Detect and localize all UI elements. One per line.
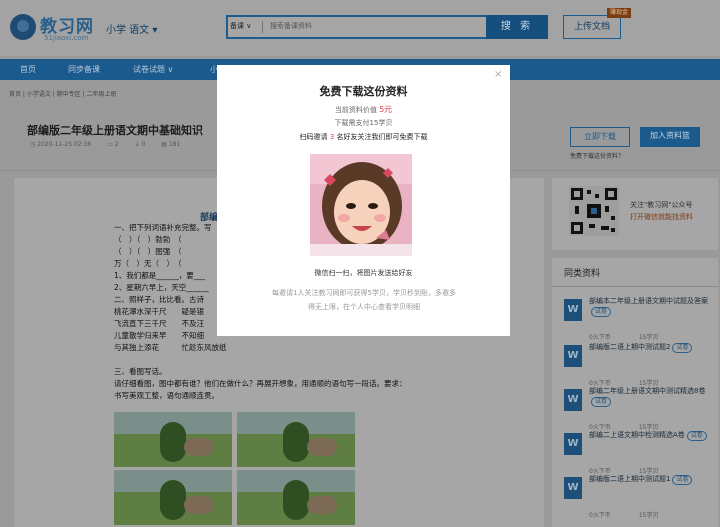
doc-line: 书写美观工整，语句通顺连贯。 [114, 391, 219, 400]
doc-line: 三、看图写话。 [114, 367, 167, 376]
comment-count: 2 [114, 141, 119, 148]
grade-subject-selector[interactable]: 小学 语文 ▾ [106, 21, 157, 36]
qr-follow-text: 关注"教习网"公众号 [630, 201, 693, 209]
modal-cost-text: 下载需支付15学贝 [334, 119, 393, 127]
related-item[interactable]: W 部编二年级上册语文期中测试精选8卷试卷 0火下币 15学贝 [564, 386, 714, 432]
test-tag: 试卷 [672, 475, 693, 485]
related-item-title[interactable]: 部编本二年级上册语文期中试题及答案 [589, 297, 708, 305]
qr-code-icon [569, 186, 619, 236]
logo-icon[interactable] [10, 14, 36, 40]
test-tag: 试卷 [672, 343, 693, 353]
related-title: 同类资料 [564, 269, 601, 279]
add-to-basket-button[interactable]: 加入资料篮 [640, 127, 700, 147]
view-count: 181 [168, 141, 181, 148]
test-tag: 试卷 [591, 397, 612, 407]
breadcrumb[interactable]: 首页 | 小学语文 | 期中专区 | 二年级上册 [9, 89, 117, 98]
related-item[interactable]: W 部编本二年级上册语文期中试题及答案试卷 0火下币 15学贝 [564, 296, 714, 342]
share-qr-photo [310, 154, 412, 256]
doc-line: 与其独上添花 忙趁东风放纸 [114, 343, 227, 352]
nav-item-sync-prep[interactable]: 同步备课 [68, 59, 100, 80]
modal-wechat-hint: 微信扫一扫，将图片发送给好友 [314, 269, 413, 277]
download-now-button[interactable]: 立即下载 [570, 127, 630, 147]
upload-document-button[interactable]: 上传文档 [563, 15, 621, 39]
download-icon: ↓ [134, 141, 140, 148]
related-item-price: 0火下币 [589, 334, 611, 341]
comment-icon: ▭ [107, 141, 113, 148]
upload-date: 2020-11-25 02:36 [37, 141, 92, 148]
logo-domain: 51jiaoxi.com [44, 34, 89, 42]
modal-note: 每邀请1人关注教习网即可获得5学贝，学贝秒到账，多邀多得无上限，在个人中心查看学… [272, 289, 456, 311]
divider [552, 286, 718, 287]
word-file-icon: W [564, 389, 582, 411]
related-item[interactable]: W 部编版二语上期中测试题1 试卷 0火下币 15学贝 [564, 474, 714, 520]
view-icon: ▤ [161, 141, 167, 148]
document-meta: ◷ 2020-11-25 02:36 ▭ 2 ↓ 0 ▤ 181 [30, 141, 216, 148]
related-item-title[interactable]: 部编二年级上册语文期中测试精选8卷 [589, 387, 705, 395]
close-icon[interactable]: × [494, 69, 502, 80]
modal-title: 免费下载这份资料 [319, 85, 408, 98]
free-download-link[interactable]: 免费下载这份资料？ [570, 151, 624, 160]
related-item[interactable]: W 部编二上语文期中检测精选A卷 试卷 0火下币 15学贝 [564, 430, 714, 476]
related-item[interactable]: W 部编版二语上期中测试题2 试卷 0火下币 15学贝 [564, 342, 714, 388]
invite-count: 3 [329, 133, 335, 141]
invite-post: 名好友关注我们即可免费下载 [336, 133, 428, 141]
word-file-icon: W [564, 433, 582, 455]
price-label: 当前资料价值 [334, 106, 377, 114]
earn-cash-badge: 赚现金 [607, 8, 632, 18]
word-file-icon: W [564, 299, 582, 321]
qr-open-wechat-link[interactable]: 打开微信就能找资料 [630, 212, 693, 222]
related-item-title[interactable]: 部编二上语文期中检测精选A卷 [589, 431, 685, 439]
modal-invite-text: 扫码邀请 3 名好友关注我们即可免费下载 [217, 132, 510, 142]
story-picture-1 [114, 412, 232, 467]
story-picture-3 [114, 470, 232, 525]
page-title: 部编版二年级上册语文期中基础知识 [27, 124, 203, 137]
test-tag: 试卷 [591, 307, 612, 317]
related-item-title[interactable]: 部编版二语上期中测试题1 [589, 475, 670, 483]
download-count: 0 [141, 141, 146, 148]
related-item-cost: 15学贝 [638, 334, 659, 341]
search-button[interactable]: 搜 索 [486, 15, 548, 39]
price-value: 5元 [379, 105, 393, 114]
search-bar: 备课 ∨ 搜索备课资料 搜 索 [226, 15, 548, 39]
nav-item-tests[interactable]: 试卷试题 ∨ [133, 59, 173, 80]
story-picture-2 [237, 412, 355, 467]
word-file-icon: W [564, 477, 582, 499]
related-item-price: 0火下币 [589, 512, 611, 519]
related-item-title[interactable]: 部编版二语上期中测试题2 [589, 343, 670, 351]
word-file-icon: W [564, 345, 582, 367]
search-type-dropdown[interactable]: 备课 ∨ [230, 21, 251, 31]
invite-pre: 扫码邀请 [299, 133, 328, 141]
modal-price: 当前资料价值 5元 [217, 104, 510, 115]
search-input[interactable]: 搜索备课资料 [270, 21, 312, 31]
clock-icon: ◷ [30, 141, 36, 148]
test-tag: 试卷 [686, 431, 707, 441]
story-picture-4 [237, 470, 355, 525]
nav-item-home[interactable]: 首页 [20, 59, 36, 80]
search-divider [262, 21, 263, 33]
related-item-cost: 15学贝 [638, 512, 659, 519]
doc-line: 请仔细看图，图中都有谁？他们在做什么？再展开想象，用通顺的语句写一段话。要求： [114, 379, 407, 388]
